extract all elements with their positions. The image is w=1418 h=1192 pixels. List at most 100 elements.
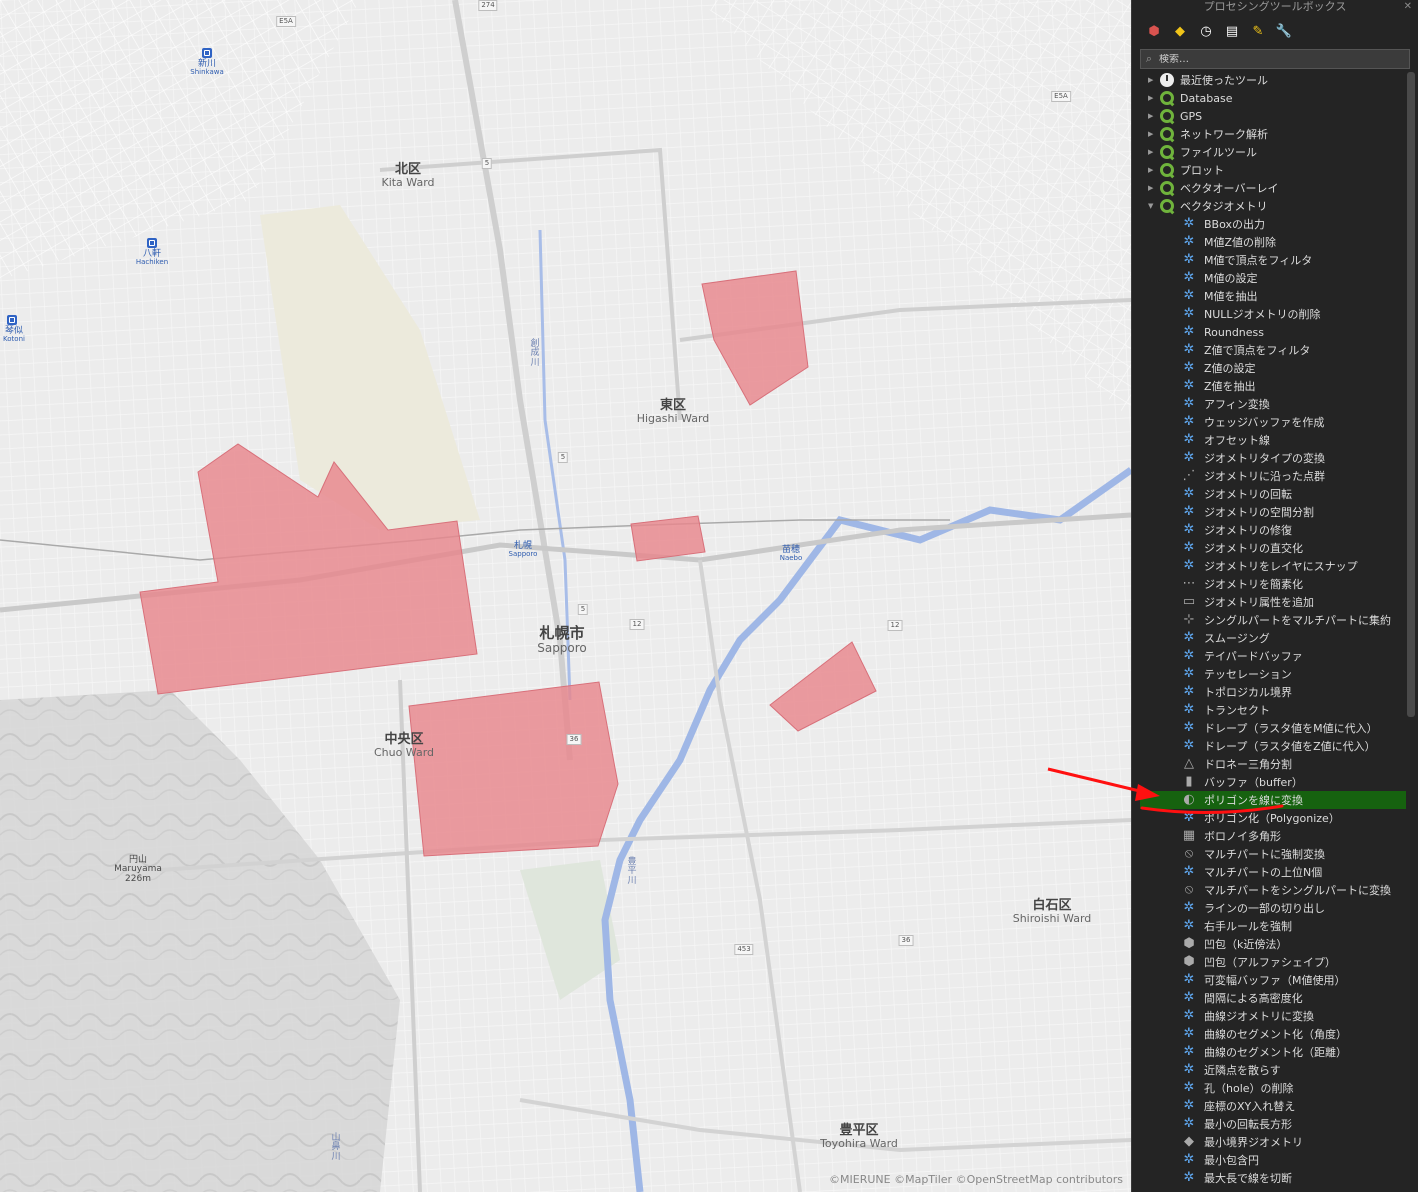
tree-item[interactable]: ⬢ 凹包（k近傍法）: [1132, 935, 1406, 953]
gear-icon: ✲: [1183, 270, 1195, 285]
tree-item-label: トポロジカル境界: [1204, 686, 1292, 699]
tree-item-label: バッファ（buffer）: [1204, 776, 1303, 789]
tree-item[interactable]: ✲ ジオメトリタイプの変換: [1132, 449, 1406, 467]
models-icon[interactable]: ⬢: [1144, 21, 1164, 41]
tree-item[interactable]: ✲ Z値の設定: [1132, 359, 1406, 377]
tree-item[interactable]: ✲ M値の設定: [1132, 269, 1406, 287]
tree-item-label: 凹包（k近傍法）: [1204, 938, 1288, 951]
tree-item[interactable]: ⦸ マルチパートをシングルパートに変換: [1132, 881, 1406, 899]
python-icon[interactable]: ◆: [1170, 21, 1190, 41]
tree-item[interactable]: ✲ M値で頂点をフィルタ: [1132, 251, 1406, 269]
tree-item[interactable]: ✲ ポリゴン化（Polygonize）: [1132, 809, 1406, 827]
tree-item[interactable]: ✲ テイパードバッファ: [1132, 647, 1406, 665]
tree-category[interactable]: ▶ 最近使ったツール: [1132, 71, 1406, 89]
tree-item[interactable]: ✲ オフセット線: [1132, 431, 1406, 449]
tree-item[interactable]: ✲ Z値で頂点をフィルタ: [1132, 341, 1406, 359]
map-label-toyohira: 豊平区 Toyohira Ward: [820, 1123, 898, 1150]
chevron-right-icon[interactable]: ▶: [1148, 94, 1160, 102]
tree-category[interactable]: ▶ ネットワーク解析: [1132, 125, 1406, 143]
tree-item[interactable]: ✲ アフィン変換: [1132, 395, 1406, 413]
chevron-down-icon[interactable]: ▼: [1148, 202, 1160, 210]
tree-item[interactable]: ✲ ジオメトリの直交化: [1132, 539, 1406, 557]
tree-item[interactable]: ◆ 最小境界ジオメトリ: [1132, 1133, 1406, 1151]
close-icon[interactable]: ✕: [1404, 0, 1412, 14]
tree-item[interactable]: ✲ ジオメトリの修復: [1132, 521, 1406, 539]
chevron-right-icon[interactable]: ▶: [1148, 184, 1160, 192]
tree-item[interactable]: ✲ 曲線ジオメトリに変換: [1132, 1007, 1406, 1025]
tree-item[interactable]: ✲ 最大長で線を切断: [1132, 1169, 1406, 1187]
gear-icon: ✲: [1183, 1044, 1195, 1059]
tree-item[interactable]: ✲ 可変幅バッファ（M値使用）: [1132, 971, 1406, 989]
tree-item[interactable]: ✲ 曲線のセグメント化（距離）: [1132, 1043, 1406, 1061]
algorithm-tree[interactable]: ▶ 最近使ったツール ▶ Database ▶ GPS ▶ ネットワーク解析 ▶ ファイルツール ▶…: [1132, 71, 1406, 1192]
tree-item[interactable]: ✲ 最小包含円: [1132, 1151, 1406, 1169]
tree-item[interactable]: ⋰ ジオメトリに沿った点群: [1132, 467, 1406, 485]
tree-item[interactable]: ✲ ジオメトリの空間分割: [1132, 503, 1406, 521]
tree-item[interactable]: ⬢ 凹包（アルファシェイプ）: [1132, 953, 1406, 971]
tree-item-selected[interactable]: ◐ ポリゴンを線に変換: [1140, 791, 1406, 809]
tree-item[interactable]: ✲ 座標のXY入れ替え: [1132, 1097, 1406, 1115]
tree-item-label: ジオメトリタイプの変換: [1204, 452, 1325, 465]
qgis-icon: [1160, 199, 1174, 213]
tree-item[interactable]: ✲ Z値を抽出: [1132, 377, 1406, 395]
tree-category[interactable]: ▶ プロット: [1132, 161, 1406, 179]
tree-item[interactable]: ✲ BBoxの出力: [1132, 215, 1406, 233]
tree-item[interactable]: ▦ ボロノイ多角形: [1132, 827, 1406, 845]
tree-category[interactable]: ▶ ファイルツール: [1132, 143, 1406, 161]
tree-item[interactable]: ▭ ジオメトリ属性を追加: [1132, 593, 1406, 611]
tree-item-label: BBoxの出力: [1204, 218, 1265, 231]
tree-item[interactable]: ✲ スムージング: [1132, 629, 1406, 647]
tree-item[interactable]: ✲ M値を抽出: [1132, 287, 1406, 305]
tree-item[interactable]: ✲ ドレープ（ラスタ値をZ値に代入）: [1132, 737, 1406, 755]
tree-item-label: ボロノイ多角形: [1204, 830, 1281, 843]
chevron-right-icon[interactable]: ▶: [1148, 148, 1160, 156]
tree-item-label: 曲線ジオメトリに変換: [1204, 1010, 1314, 1023]
search-input[interactable]: [1157, 53, 1409, 65]
tree-item[interactable]: ✲ マルチパートの上位N個: [1132, 863, 1406, 881]
tree-item[interactable]: ✲ ラインの一部の切り出し: [1132, 899, 1406, 917]
tree-item[interactable]: ✲ ジオメトリの回転: [1132, 485, 1406, 503]
map-canvas[interactable]: 北区 Kita Ward 東区 Higashi Ward 札幌市 Sapporo 中央…: [0, 0, 1131, 1192]
tree-item[interactable]: ✲ Roundness: [1132, 323, 1406, 341]
tree-item[interactable]: ✲ NULLジオメトリの削除: [1132, 305, 1406, 323]
tree-item[interactable]: ✲ ジオメトリをレイヤにスナップ: [1132, 557, 1406, 575]
tree-category[interactable]: ▶ GPS: [1132, 107, 1406, 125]
results-icon[interactable]: ▤: [1222, 21, 1242, 41]
tree-item[interactable]: ✲ 最小の回転長方形: [1132, 1115, 1406, 1133]
tree-item[interactable]: ⊹ シングルパートをマルチパートに集約: [1132, 611, 1406, 629]
tree-item-label: ジオメトリをレイヤにスナップ: [1204, 560, 1358, 573]
tree-item-label: Z値を抽出: [1204, 380, 1256, 393]
chevron-right-icon[interactable]: ▶: [1148, 166, 1160, 174]
tree-item[interactable]: ✲ テッセレーション: [1132, 665, 1406, 683]
route-shield: 12: [629, 619, 645, 630]
tree-item[interactable]: ▮ バッファ（buffer）: [1132, 773, 1406, 791]
history-icon[interactable]: ◷: [1196, 21, 1216, 41]
algorithm-icon: ◐: [1183, 792, 1195, 807]
tree-item[interactable]: ✲ 間隔による高密度化: [1132, 989, 1406, 1007]
edit-features-icon[interactable]: ✎: [1248, 21, 1268, 41]
chevron-right-icon[interactable]: ▶: [1148, 112, 1160, 120]
tree-item[interactable]: ✲ ドレープ（ラスタ値をM値に代入）: [1132, 719, 1406, 737]
tree-item[interactable]: ✲ トランセクト: [1132, 701, 1406, 719]
options-icon[interactable]: 🔧: [1274, 21, 1294, 41]
tree-item[interactable]: ✲ 右手ルールを強制: [1132, 917, 1406, 935]
tree-category[interactable]: ▶ ベクタオーバーレイ: [1132, 179, 1406, 197]
tree-item-label: M値で頂点をフィルタ: [1204, 254, 1313, 267]
tree-category[interactable]: ▶ Database: [1132, 89, 1406, 107]
tree-item[interactable]: ✲ M値Z値の削除: [1132, 233, 1406, 251]
tree-item[interactable]: ✲ トポロジカル境界: [1132, 683, 1406, 701]
tree-item[interactable]: ⦸ マルチパートに強制変換: [1132, 845, 1406, 863]
tree-scrollbar[interactable]: [1407, 72, 1415, 717]
chevron-right-icon[interactable]: ▶: [1148, 130, 1160, 138]
tree-item[interactable]: ⋯ ジオメトリを簡素化: [1132, 575, 1406, 593]
gear-icon: ✲: [1183, 1062, 1195, 1077]
tree-item[interactable]: ✲ 曲線のセグメント化（角度）: [1132, 1025, 1406, 1043]
tree-item-label: 最小包含円: [1204, 1154, 1259, 1167]
chevron-right-icon[interactable]: ▶: [1148, 76, 1160, 84]
tree-item[interactable]: ✲ 孔（hole）の削除: [1132, 1079, 1406, 1097]
map-station-kotoni: 琴似 Kotoni: [3, 326, 25, 344]
tree-item[interactable]: ✲ 近隣点を散らす: [1132, 1061, 1406, 1079]
tree-item[interactable]: ✲ ウェッジバッファを作成: [1132, 413, 1406, 431]
tree-category[interactable]: ▼ ベクタジオメトリ: [1132, 197, 1406, 215]
tree-item[interactable]: △ ドロネー三角分割: [1132, 755, 1406, 773]
